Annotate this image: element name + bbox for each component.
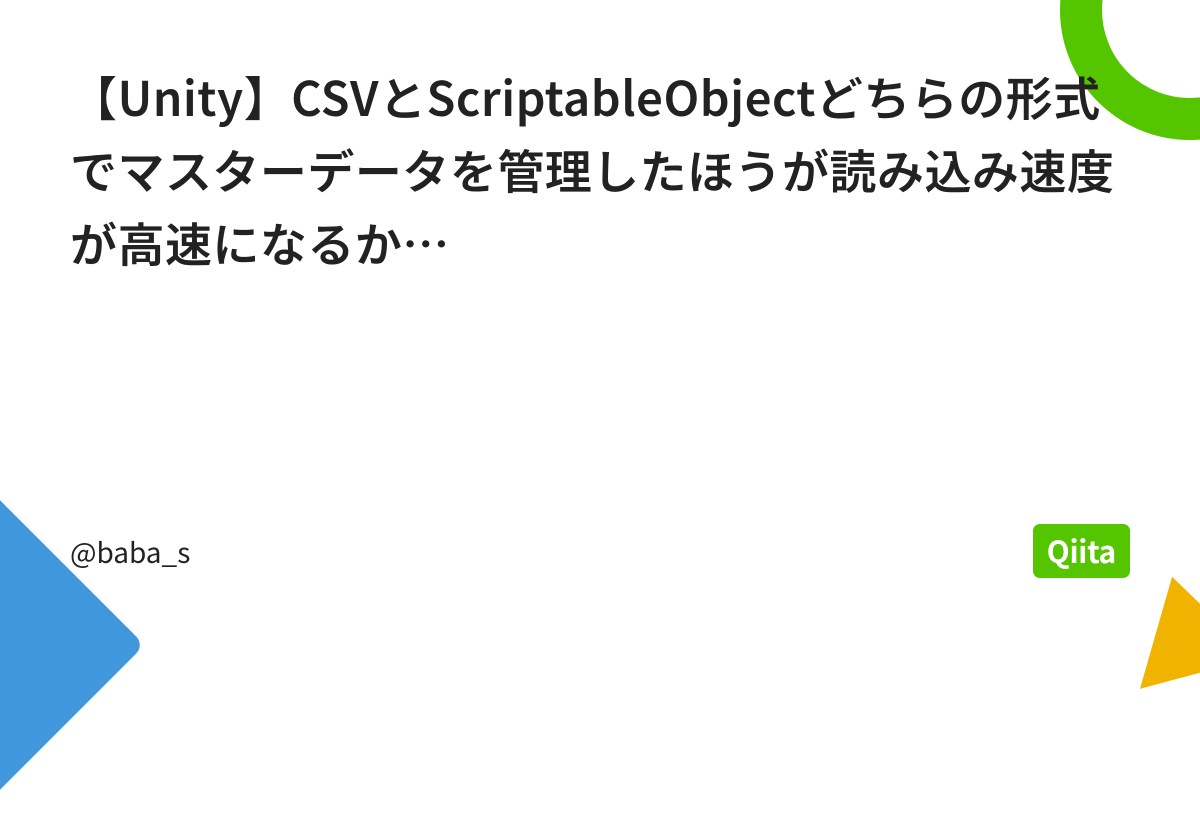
article-content: 【Unity】CSVとScriptableObjectどちらの形式でマスターデー… (70, 60, 1130, 279)
author-handle: @baba_s (70, 532, 190, 572)
qiita-logo: Qiita (1033, 524, 1130, 578)
article-title: 【Unity】CSVとScriptableObjectどちらの形式でマスターデー… (70, 60, 1130, 279)
decoration-triangle (1114, 561, 1200, 689)
decoration-square (0, 475, 145, 814)
